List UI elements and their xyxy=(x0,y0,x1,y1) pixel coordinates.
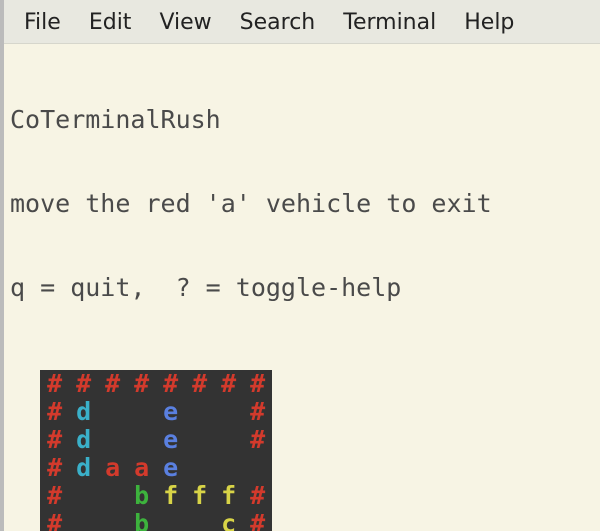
wall-cell: # xyxy=(40,510,69,531)
empty-cell xyxy=(156,510,185,531)
menu-file[interactable]: File xyxy=(24,10,61,35)
wall-cell: # xyxy=(243,482,272,510)
wall-cell: # xyxy=(156,370,185,398)
empty-cell xyxy=(98,482,127,510)
empty-cell xyxy=(185,426,214,454)
board-row: #daae xyxy=(40,454,272,482)
piece-b-cell: b xyxy=(127,510,156,531)
wall-cell: # xyxy=(40,398,69,426)
wall-cell: # xyxy=(243,370,272,398)
piece-e-cell: e xyxy=(156,454,185,482)
empty-cell xyxy=(127,426,156,454)
empty-cell xyxy=(69,482,98,510)
empty-cell xyxy=(214,398,243,426)
empty-cell xyxy=(243,454,272,482)
empty-cell xyxy=(127,398,156,426)
menu-edit[interactable]: Edit xyxy=(89,10,132,35)
wall-cell: # xyxy=(40,454,69,482)
wall-cell: # xyxy=(243,426,272,454)
board-row: #d e # xyxy=(40,426,272,454)
piece-d-cell: d xyxy=(69,454,98,482)
wall-cell: # xyxy=(185,370,214,398)
piece-e-cell: e xyxy=(156,426,185,454)
game-board: #########d e ##d e ##daae # bfff## b c##… xyxy=(40,370,272,531)
empty-cell xyxy=(98,398,127,426)
menu-help[interactable]: Help xyxy=(464,10,514,35)
piece-f-cell: f xyxy=(156,482,185,510)
menu-bar: File Edit View Search Terminal Help xyxy=(4,0,600,44)
wall-cell: # xyxy=(243,510,272,531)
empty-cell xyxy=(214,426,243,454)
wall-cell: # xyxy=(40,426,69,454)
empty-cell xyxy=(69,510,98,531)
game-instructions: move the red 'a' vehicle to exit xyxy=(10,190,598,218)
board-row: # bfff# xyxy=(40,482,272,510)
menu-search[interactable]: Search xyxy=(240,10,316,35)
wall-cell: # xyxy=(127,370,156,398)
wall-cell: # xyxy=(98,370,127,398)
board-row: # b c# xyxy=(40,510,272,531)
empty-cell xyxy=(98,426,127,454)
game-title: CoTerminalRush xyxy=(10,106,598,134)
empty-cell xyxy=(214,454,243,482)
terminal-surface[interactable]: CoTerminalRush move the red 'a' vehicle … xyxy=(4,44,600,531)
piece-d-cell: d xyxy=(69,426,98,454)
menu-view[interactable]: View xyxy=(159,10,211,35)
wall-cell: # xyxy=(40,370,69,398)
board-row: ######## xyxy=(40,370,272,398)
piece-c-cell: c xyxy=(214,510,243,531)
piece-b-cell: b xyxy=(127,482,156,510)
empty-cell xyxy=(185,398,214,426)
piece-f-cell: f xyxy=(214,482,243,510)
wall-cell: # xyxy=(214,370,243,398)
wall-cell: # xyxy=(69,370,98,398)
wall-cell: # xyxy=(243,398,272,426)
empty-cell xyxy=(98,510,127,531)
piece-f-cell: f xyxy=(185,482,214,510)
piece-e-cell: e xyxy=(156,398,185,426)
game-key-help: q = quit, ? = toggle-help xyxy=(10,274,598,302)
wall-cell: # xyxy=(40,482,69,510)
piece-a-cell: a xyxy=(127,454,156,482)
empty-cell xyxy=(185,510,214,531)
piece-a-cell: a xyxy=(98,454,127,482)
empty-cell xyxy=(185,454,214,482)
board-row: #d e # xyxy=(40,398,272,426)
menu-terminal[interactable]: Terminal xyxy=(343,10,436,35)
piece-d-cell: d xyxy=(69,398,98,426)
